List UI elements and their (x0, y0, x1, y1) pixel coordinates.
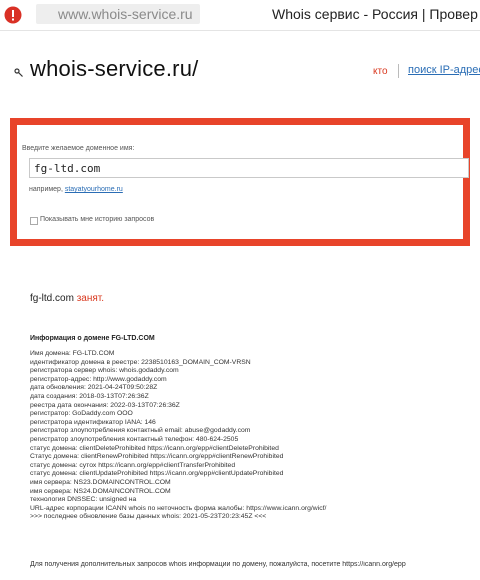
browser-address-bar: www.whois-service.ru Whois сервис - Росс… (0, 0, 480, 31)
whois-line: URL-адрес корпорации ICANN whois по нето… (30, 504, 327, 512)
whois-line: регистратор злоупотребления контактный т… (30, 435, 239, 443)
whois-line: регистратора идентификатор IANA: 146 (30, 418, 156, 426)
whois-line: Имя домена: FG-LTD.COM (30, 350, 115, 357)
whois-line: дата создания: 2018-03-13T07:26:36Z (30, 392, 149, 400)
result-domain: fg-ltd.com (30, 293, 74, 304)
whois-line: регистратора сервер whois: whois.godaddy… (30, 367, 179, 375)
whois-line: регистратор злоупотребления контактный e… (30, 427, 251, 435)
search-example: например, stayatyourhome.ru (29, 186, 123, 193)
whois-line: реестра дата окончания: 2022-03-13T07:26… (30, 401, 180, 409)
example-prefix: например, (29, 186, 65, 193)
example-link[interactable]: stayatyourhome.ru (65, 186, 123, 193)
domain-search-input[interactable] (29, 158, 469, 178)
nav-link-kto[interactable]: кто (373, 66, 388, 77)
whois-line: регистратор: GoDaddy.com ООО (30, 410, 133, 418)
whois-line: статус домена: clientDeleteProhibited ht… (30, 444, 279, 452)
whois-line: дата обновления: 2021-04-24T09:50:28Z (30, 384, 158, 392)
whois-line: имя сервера: NS24.DOMAINCONTROL.COM (30, 487, 171, 495)
warning-triangle-icon[interactable] (4, 6, 22, 24)
whois-line: >>> последнее обновление базы данных who… (30, 513, 267, 521)
search-panel (10, 118, 470, 246)
key-icon (14, 68, 23, 77)
url-text[interactable]: www.whois-service.ru (58, 6, 193, 22)
whois-line: технология DNSSEC: unsigned на (30, 496, 137, 504)
whois-record: Имя домена: FG-LTD.COM идентификатор дом… (30, 350, 480, 522)
nav-link-ip-search[interactable]: поиск IP-адрес (408, 64, 480, 76)
site-title[interactable]: whois-service.ru/ (30, 56, 198, 82)
whois-line: идентификатор домена в реестре: 22385101… (30, 358, 251, 366)
domain-status: fg-ltd.com занят. (30, 293, 104, 304)
tab-title[interactable]: Whois сервис - Россия | Провер (272, 6, 480, 22)
nav-divider (398, 64, 399, 78)
whois-info-heading: Информация о домене FG-LTD.COM (30, 335, 155, 342)
history-checkbox-label[interactable]: Показывать мне историю запросов (40, 216, 154, 223)
history-checkbox[interactable] (30, 217, 38, 225)
footer-note: Для получения дополнительных запросов wh… (30, 561, 406, 568)
whois-line: статус домена: сутох https://icann.org/e… (30, 461, 236, 469)
whois-line: статус домена: clientUpdateProhibited ht… (30, 470, 284, 478)
search-label: Введите желаемое доменное имя: (22, 145, 135, 152)
whois-line: имя сервера: NS23.DOMAINCONTROL.COM (30, 478, 171, 486)
whois-line: Статус домена: clientRenewProhibited htt… (30, 453, 284, 461)
whois-line: регистратор-адрес: http://www.godaddy.co… (30, 375, 167, 383)
status-badge: занят. (76, 293, 105, 304)
